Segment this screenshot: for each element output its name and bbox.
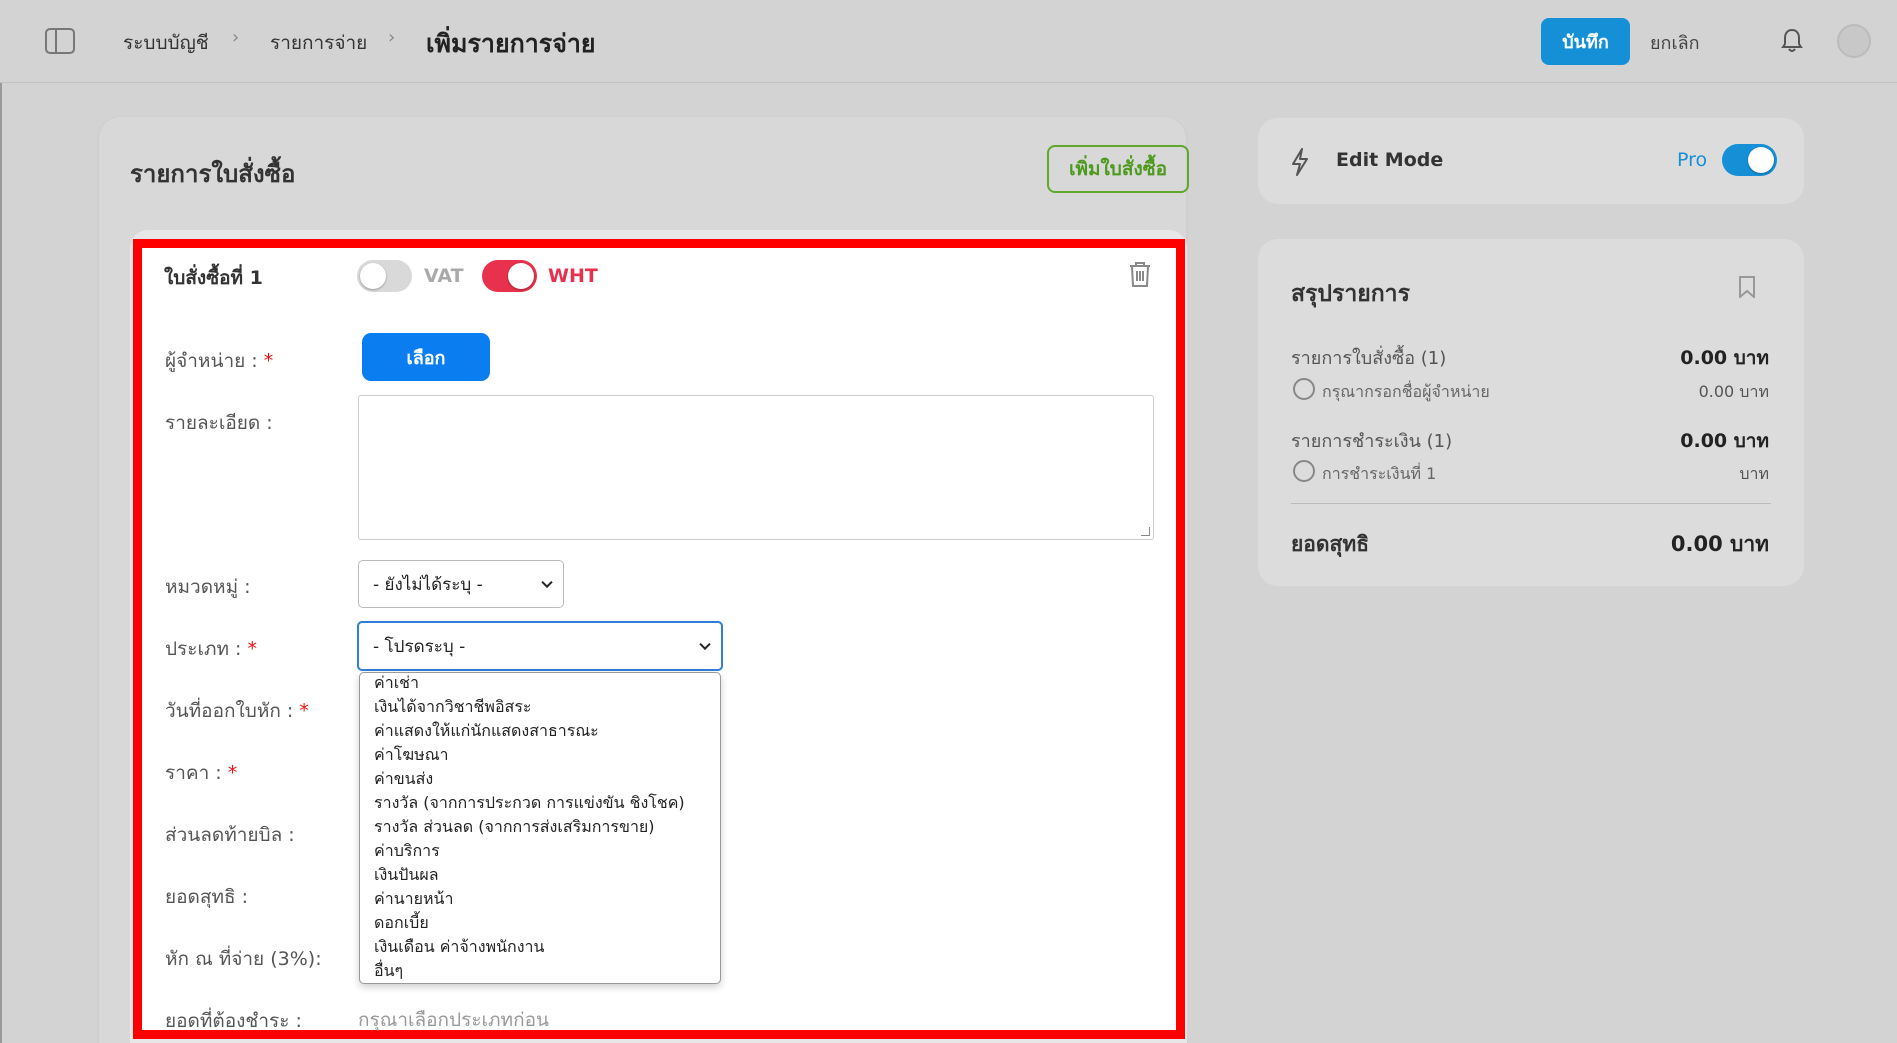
avatar[interactable]: [1837, 24, 1871, 58]
summary-pay-label: รายการชำระเงิน (1): [1291, 431, 1453, 452]
left-rail: [0, 83, 2, 1043]
bolt-icon: [1292, 148, 1308, 176]
type-option[interactable]: รางวัล (จากการประกวด การแข่งขัน ชิงโชค): [374, 791, 685, 816]
type-dropdown-list: ค่าเช่า เงินได้จากวิชาชีพอิสระ ค่าแสดงให…: [359, 672, 721, 984]
details-label: รายละเอียด :: [165, 412, 273, 434]
po-title: ใบสั่งซื้อที่ 1: [164, 267, 263, 289]
bell-icon[interactable]: [1781, 28, 1803, 54]
summary-pay-value: 0.00 บาท: [1680, 430, 1769, 452]
payable-label: ยอดที่ต้องชำระ :: [165, 1010, 302, 1032]
wht-label: WHT: [548, 265, 598, 287]
issue-date-label: วันที่ออกใบหัก : *: [165, 700, 309, 722]
wht-amount-label: หัก ณ ที่จ่าย (3%):: [165, 948, 322, 970]
vat-toggle[interactable]: [357, 260, 412, 292]
po-radio[interactable]: [1293, 378, 1315, 400]
type-option[interactable]: รางวัล ส่วนลด (จากการส่งเสริมการขาย): [374, 815, 655, 840]
net-label: ยอดสุทธิ :: [165, 886, 249, 908]
type-label: ประเภท : *: [165, 638, 258, 660]
summary-po-value: 0.00 บาท: [1680, 347, 1769, 369]
summary-title: สรุปรายการ: [1291, 281, 1410, 307]
chevron-down-icon: [699, 638, 711, 651]
sidebar-toggle-icon[interactable]: [45, 28, 75, 54]
type-option[interactable]: ค่าแสดงให้แก่นักแสดงสาธารณะ: [374, 719, 599, 744]
summary-net-label: ยอดสุทธิ: [1291, 532, 1370, 556]
price-label: ราคา : *: [165, 762, 238, 784]
type-option[interactable]: เงินเดือน ค่าจ้างพนักงาน: [374, 935, 544, 960]
type-option[interactable]: ค่าโฆษณา: [374, 743, 449, 768]
type-option[interactable]: เงินปันผล: [374, 863, 439, 888]
type-option[interactable]: ค่านายหน้า: [374, 887, 453, 912]
summary-net-value: 0.00 บาท: [1670, 532, 1769, 556]
type-option[interactable]: อื่นๆ: [374, 959, 403, 983]
summary-pay-sub-value: บาท: [1739, 464, 1769, 483]
summary-po-sub-value: 0.00 บาท: [1698, 382, 1769, 401]
vat-label: VAT: [424, 265, 464, 287]
vendor-label: ผู้จำหน่าย : *: [165, 350, 274, 372]
type-option[interactable]: ค่าเช่า: [374, 673, 419, 696]
chevron-right-icon: ›: [232, 27, 240, 48]
summary-divider: [1291, 503, 1771, 504]
type-option[interactable]: ดอกเบี้ย: [374, 911, 429, 936]
wht-toggle[interactable]: [482, 260, 537, 292]
edit-mode-label: Edit Mode: [1336, 149, 1444, 171]
add-po-button[interactable]: เพิ่มใบสั่งซื้อ: [1047, 145, 1189, 193]
summary-po-sub-label: กรุณากรอกชื่อผู้จำหน่าย: [1322, 382, 1490, 401]
page-title: เพิ่มรายการจ่าย: [426, 29, 596, 58]
trash-icon[interactable]: [1128, 260, 1152, 288]
bookmark-icon[interactable]: [1738, 276, 1756, 298]
type-option[interactable]: เงินได้จากวิชาชีพอิสระ: [374, 695, 532, 720]
resize-handle[interactable]: [1141, 527, 1150, 536]
pay-radio[interactable]: [1293, 460, 1315, 482]
category-label: หมวดหมู่ :: [165, 576, 251, 598]
pick-vendor-button[interactable]: เลือก: [362, 333, 490, 381]
pro-label: Pro: [1677, 149, 1708, 171]
type-option[interactable]: ค่าขนส่ง: [374, 767, 433, 792]
cancel-button[interactable]: ยกเลิก: [1650, 28, 1700, 57]
top-bar: ระบบบัญชี › รายการจ่าย › เพิ่มรายการจ่าย…: [0, 0, 1897, 83]
summary-pay-sub-label: การชำระเงินที่ 1: [1322, 464, 1437, 483]
category-select[interactable]: - ยังไม่ได้ระบุ -: [358, 560, 564, 608]
type-select[interactable]: - โปรดระบุ -: [357, 621, 723, 671]
details-textarea[interactable]: [358, 395, 1154, 540]
discount-label: ส่วนลดท้ายบิล :: [165, 824, 295, 846]
type-option[interactable]: ค่าบริการ: [374, 839, 440, 864]
breadcrumb-parent[interactable]: รายการจ่าย: [270, 28, 367, 58]
breadcrumb-root[interactable]: ระบบบัญชี: [123, 28, 209, 58]
edit-mode-toggle[interactable]: [1722, 144, 1777, 176]
chevron-down-icon: [541, 576, 553, 589]
chevron-right-icon: ›: [388, 27, 396, 48]
payable-hint: กรุณาเลือกประเภทก่อน: [358, 1009, 549, 1031]
save-button[interactable]: บันทึก: [1541, 18, 1630, 65]
summary-po-label: รายการใบสั่งซื้อ (1): [1291, 348, 1447, 369]
section-title: รายการใบสั่งซื้อ: [130, 160, 296, 188]
